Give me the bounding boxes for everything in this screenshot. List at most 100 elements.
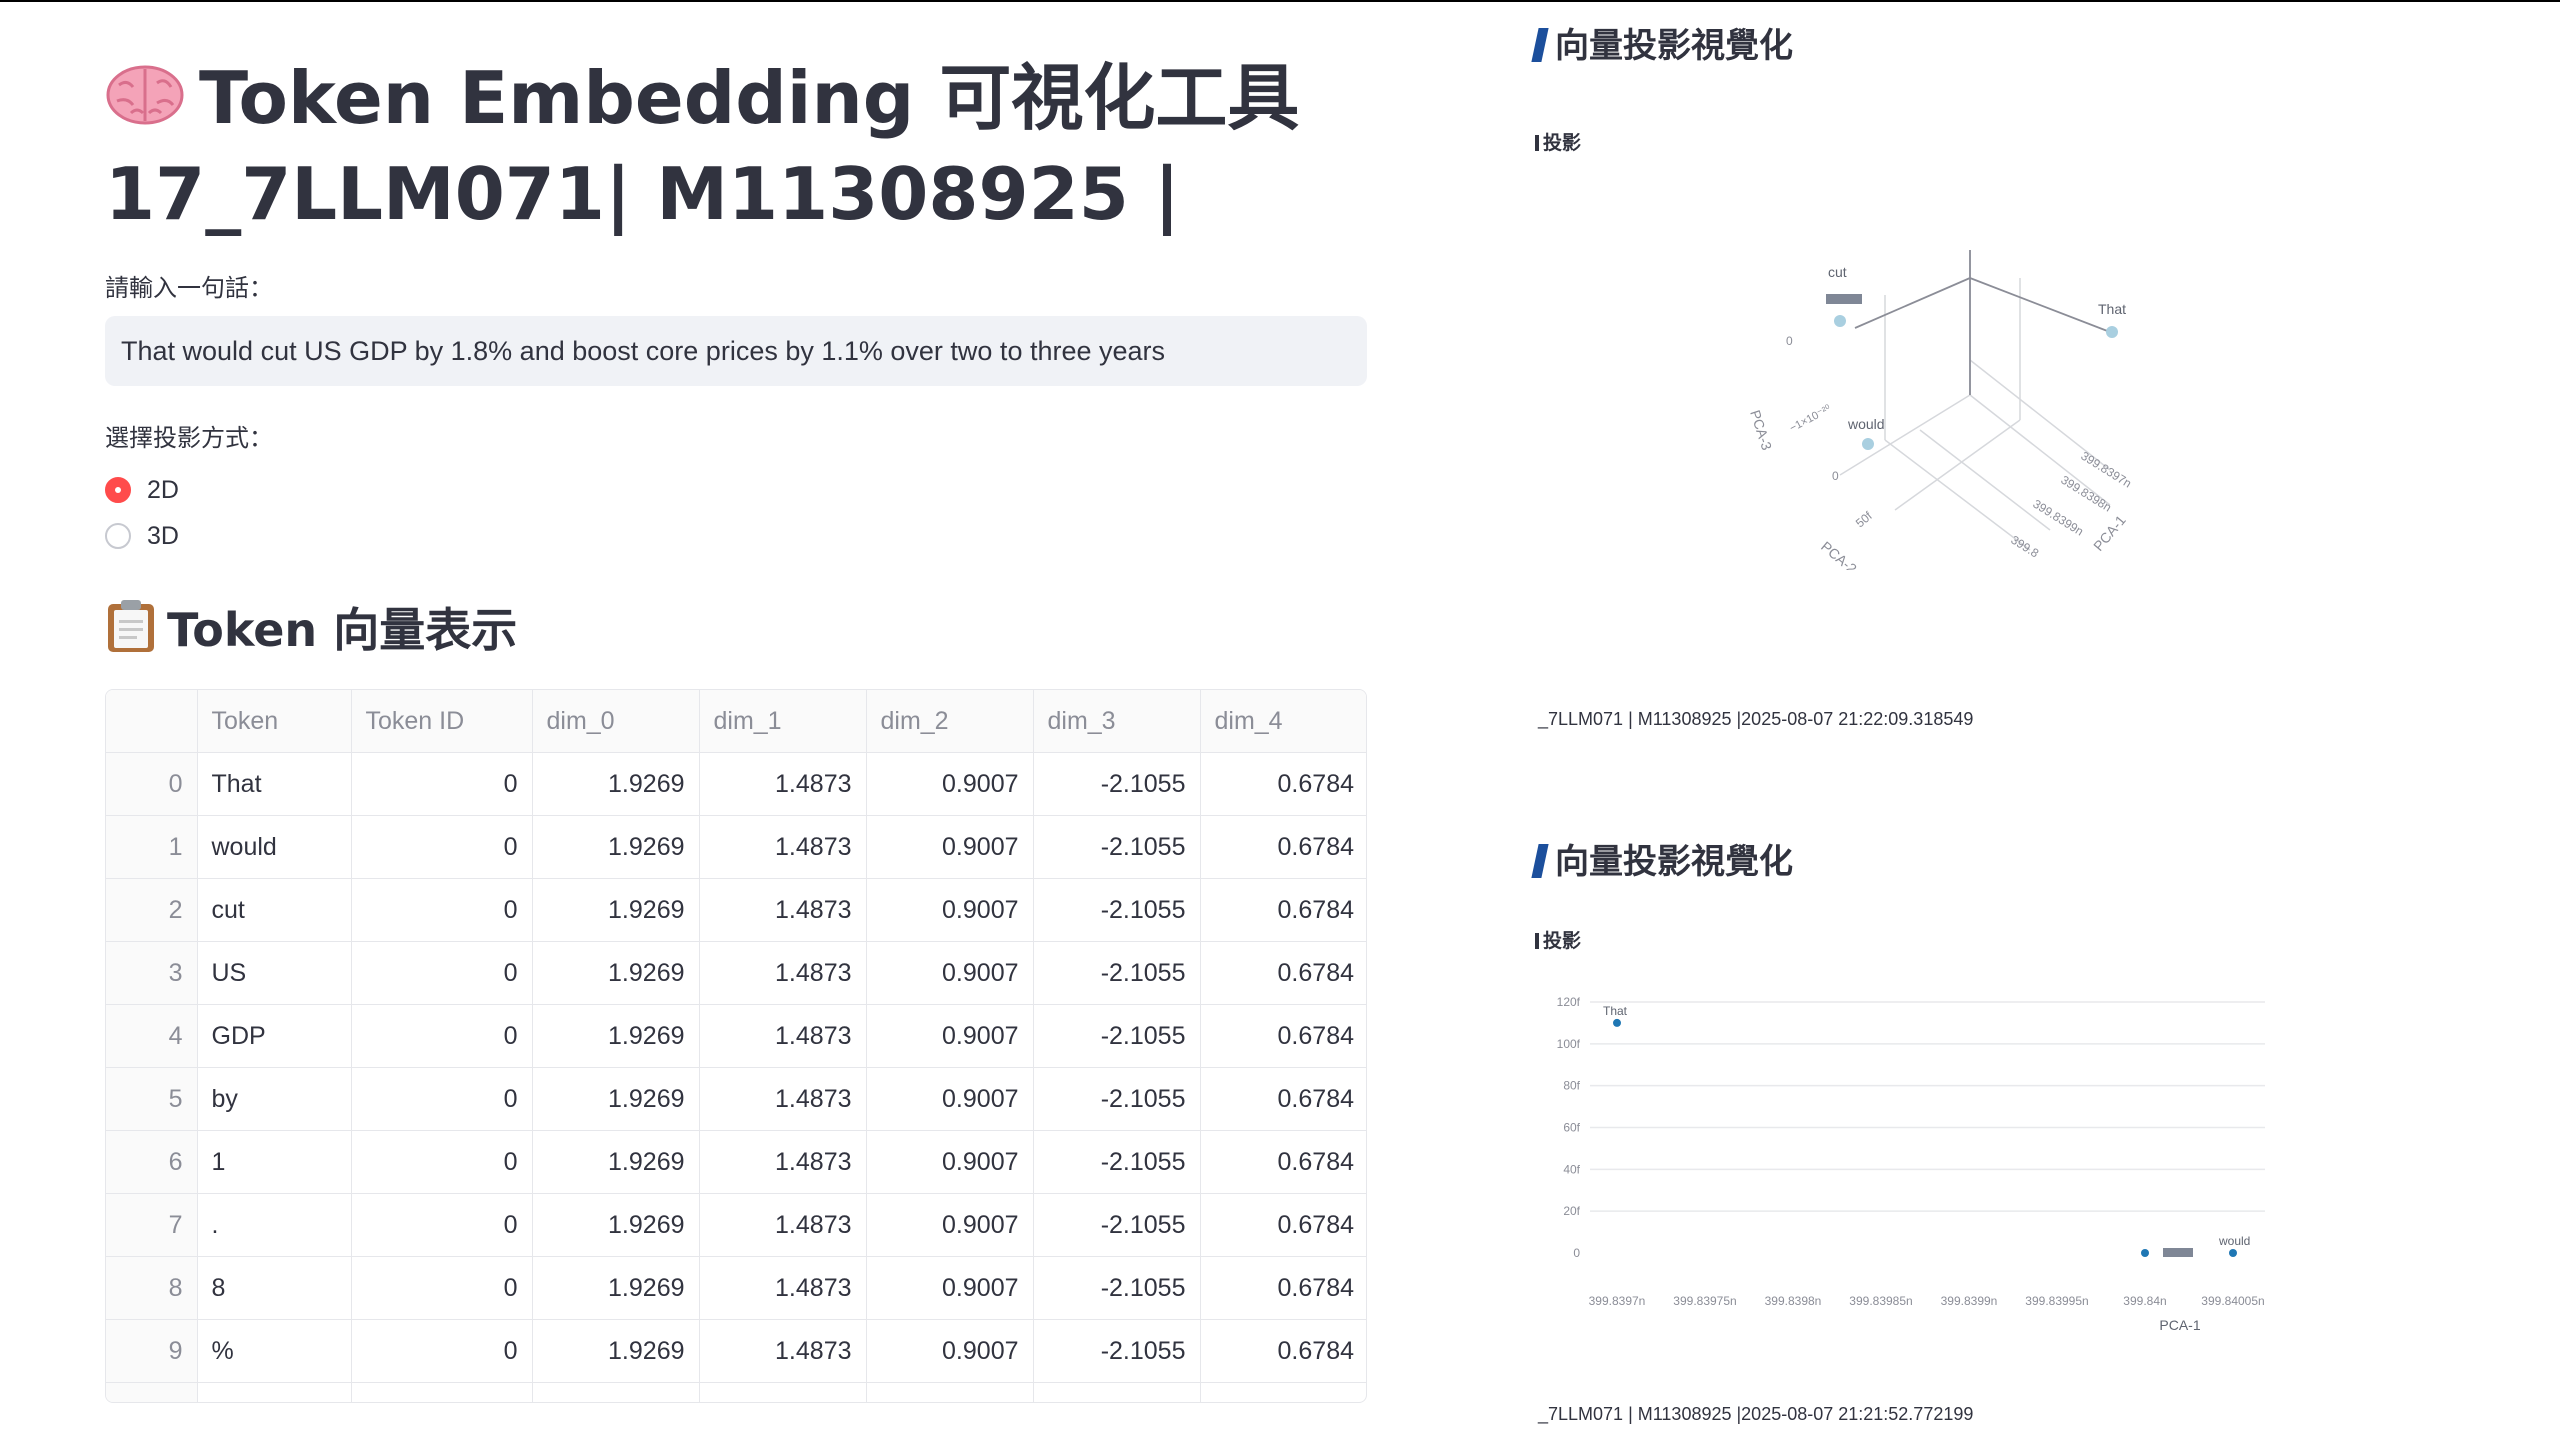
- table-row[interactable]: 6 1 0 1.9269 1.4873 0.9007 -2.1055 0.6784: [106, 1130, 1366, 1194]
- dim1-cell[interactable]: 1.4873: [699, 1193, 867, 1257]
- col-dim0-header[interactable]: dim_0: [532, 690, 700, 753]
- table-row[interactable]: 3 US 0 1.9269 1.4873 0.9007 -2.1055 0.6784: [106, 941, 1366, 1005]
- dim1-cell[interactable]: 1.4873: [699, 1130, 867, 1194]
- col-dim1-header[interactable]: dim_1: [699, 690, 867, 753]
- row-index[interactable]: 1: [106, 815, 198, 879]
- dim1-cell[interactable]: 1.4873: [699, 752, 867, 816]
- col-dim2-header[interactable]: dim_2: [866, 690, 1034, 753]
- dim0-cell[interactable]: 1.9269: [532, 1067, 700, 1131]
- dim0-cell[interactable]: 1.9269: [532, 878, 700, 942]
- dim2-cell[interactable]: 0.9007: [866, 752, 1034, 816]
- dim0-cell[interactable]: 1.9269: [532, 1193, 700, 1257]
- token-id-cell[interactable]: 0: [351, 815, 533, 879]
- point-that[interactable]: [2106, 326, 2118, 338]
- dim4-cell[interactable]: 0.6784: [1200, 752, 1366, 816]
- scatter-point[interactable]: [2229, 1249, 2237, 1257]
- dim4-cell[interactable]: 0.6784: [1200, 878, 1366, 942]
- sentence-input[interactable]: That would cut US GDP by 1.8% and boost …: [105, 316, 1367, 386]
- dim1-cell[interactable]: 1.4873: [699, 1067, 867, 1131]
- table-row[interactable]: 8 8 0 1.9269 1.4873 0.9007 -2.1055 0.6784: [106, 1256, 1366, 1320]
- dim2-cell[interactable]: 0.9007: [866, 815, 1034, 879]
- token-id-cell[interactable]: 0: [351, 878, 533, 942]
- dim1-cell[interactable]: 1.4873: [699, 878, 867, 942]
- row-index[interactable]: 7: [106, 1193, 198, 1257]
- token-cell[interactable]: by: [197, 1067, 352, 1131]
- dim3-cell[interactable]: -2.1055: [1033, 1067, 1201, 1131]
- row-index[interactable]: 2: [106, 878, 198, 942]
- dim4-cell[interactable]: 0.6784: [1200, 1256, 1366, 1320]
- dim3-cell[interactable]: -2.1055: [1033, 1004, 1201, 1068]
- table-row[interactable]: 5 by 0 1.9269 1.4873 0.9007 -2.1055 0.6784: [106, 1067, 1366, 1131]
- token-id-cell[interactable]: 0: [351, 1256, 533, 1320]
- token-id-cell[interactable]: 0: [351, 1319, 533, 1383]
- point-cut[interactable]: [1834, 315, 1846, 327]
- table-row[interactable]: 1 would 0 1.9269 1.4873 0.9007 -2.1055 0.6784: [106, 815, 1366, 879]
- dim3-cell[interactable]: -2.1055: [1033, 878, 1201, 942]
- dim4-cell[interactable]: 0.6784: [1200, 1067, 1366, 1131]
- row-index[interactable]: 3: [106, 941, 198, 1005]
- point-would[interactable]: [1862, 438, 1874, 450]
- col-token-header[interactable]: Token: [197, 690, 352, 753]
- dim1-cell[interactable]: 1.4873: [699, 941, 867, 1005]
- dim0-cell[interactable]: 1.9269: [532, 1319, 700, 1383]
- table-row[interactable]: 9% 0 1.9269 1.4873 0.9007 -2.1055 0.6784: [106, 1319, 1366, 1383]
- dim2-cell[interactable]: 0.9007: [866, 1193, 1034, 1257]
- dim2-cell[interactable]: 0.9007: [866, 1067, 1034, 1131]
- dim2-cell[interactable]: 0.9007: [866, 1130, 1034, 1194]
- row-index[interactable]: 9: [106, 1319, 198, 1383]
- dim3-cell[interactable]: -2.1055: [1033, 1319, 1201, 1383]
- row-index[interactable]: 8: [106, 1256, 198, 1320]
- radio-3d-indicator[interactable]: [105, 523, 131, 549]
- overlapping-points-cluster-2d[interactable]: [2163, 1248, 2193, 1257]
- dim2-cell[interactable]: 0.9007: [866, 1004, 1034, 1068]
- token-cell[interactable]: US: [197, 941, 352, 1005]
- dim1-cell[interactable]: 1.4873: [699, 1319, 867, 1383]
- dim2-cell[interactable]: 0.9007: [866, 878, 1034, 942]
- dim3-cell[interactable]: -2.1055: [1033, 1256, 1201, 1320]
- dim3-cell[interactable]: -2.1055: [1033, 815, 1201, 879]
- row-index[interactable]: 5: [106, 1067, 198, 1131]
- token-id-cell[interactable]: 0: [351, 1004, 533, 1068]
- dim4-cell[interactable]: 0.6784: [1200, 1193, 1366, 1257]
- scatter-3d-chart[interactable]: 0 −1×10⁻²⁰ 0 50f 399.8397n 399.8398n 399…: [1720, 230, 2160, 570]
- scatter-point[interactable]: [2141, 1249, 2149, 1257]
- token-cell[interactable]: cut: [197, 878, 352, 942]
- table-row[interactable]: 0 That 0 1.9269 1.4873 0.9007 -2.1055 0.6784: [106, 752, 1366, 816]
- token-cell[interactable]: GDP: [197, 1004, 352, 1068]
- dim0-cell[interactable]: 1.9269: [532, 752, 700, 816]
- token-id-cell[interactable]: 0: [351, 1193, 533, 1257]
- scatter-point[interactable]: [1613, 1018, 1621, 1027]
- dim1-cell[interactable]: 1.4873: [699, 1004, 867, 1068]
- row-index[interactable]: 4: [106, 1004, 198, 1068]
- table-row[interactable]: 7. 0 1.9269 1.4873 0.9007 -2.1055 0.6784: [106, 1193, 1366, 1257]
- token-cell[interactable]: would: [197, 815, 352, 879]
- radio-3d[interactable]: 3D: [105, 520, 179, 552]
- col-token-id-header[interactable]: Token ID: [351, 690, 533, 753]
- dim4-cell[interactable]: 0.6784: [1200, 941, 1366, 1005]
- dim0-cell[interactable]: 1.9269: [532, 941, 700, 1005]
- overlapping-points-cluster[interactable]: [1826, 294, 1862, 304]
- table-row[interactable]: 4 GDP 0 1.9269 1.4873 0.9007 -2.1055 0.6784: [106, 1004, 1366, 1068]
- dim0-cell[interactable]: 1.9269: [532, 815, 700, 879]
- dim0-cell[interactable]: 1.9269: [532, 1256, 700, 1320]
- dim3-cell[interactable]: -2.1055: [1033, 1193, 1201, 1257]
- token-id-cell[interactable]: 0: [351, 752, 533, 816]
- token-cell[interactable]: 1: [197, 1130, 352, 1194]
- dim1-cell[interactable]: 1.4873: [699, 1256, 867, 1320]
- row-index[interactable]: 0: [106, 752, 198, 816]
- dim2-cell[interactable]: 0.9007: [866, 1256, 1034, 1320]
- dim3-cell[interactable]: -2.1055: [1033, 752, 1201, 816]
- dim3-cell[interactable]: -2.1055: [1033, 1130, 1201, 1194]
- table-row[interactable]: 2 cut 0 1.9269 1.4873 0.9007 -2.1055 0.6784: [106, 878, 1366, 942]
- dim2-cell[interactable]: 0.9007: [866, 1319, 1034, 1383]
- dim4-cell[interactable]: 0.6784: [1200, 1319, 1366, 1383]
- radio-2d-indicator[interactable]: [105, 477, 131, 503]
- col-index-header[interactable]: [106, 690, 198, 753]
- dim0-cell[interactable]: 1.9269: [532, 1004, 700, 1068]
- dim2-cell[interactable]: 0.9007: [866, 941, 1034, 1005]
- dim4-cell[interactable]: 0.6784: [1200, 1130, 1366, 1194]
- token-vector-table[interactable]: Token Token ID dim_0 dim_1 dim_2 dim_3 d…: [105, 689, 1367, 1403]
- token-cell[interactable]: .: [197, 1193, 352, 1257]
- radio-2d[interactable]: 2D: [105, 474, 179, 506]
- scatter-2d-chart[interactable]: 0 20f 40f 60f 80f 100f 120f 399.8397n 399.83975…: [1540, 980, 2280, 1340]
